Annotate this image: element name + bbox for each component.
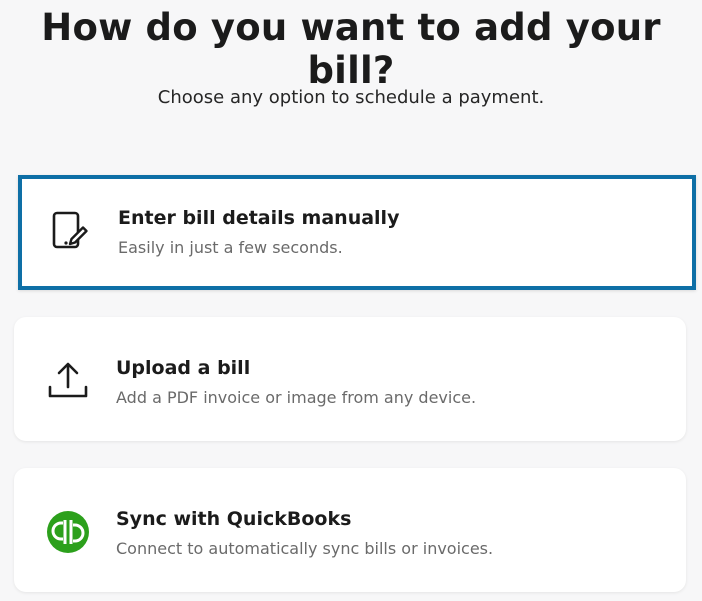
upload-bill-option[interactable]: Upload a bill Add a PDF invoice or image… [14, 317, 686, 441]
quickbooks-logo-icon [44, 508, 92, 556]
add-bill-page: How do you want to add your bill? Choose… [0, 0, 702, 601]
edit-document-icon [46, 206, 94, 254]
enter-manually-text: Enter bill details manually Easily in ju… [118, 207, 399, 257]
option-label: Upload a bill [116, 357, 251, 379]
sync-quickbooks-option[interactable]: Sync with QuickBooks Connect to automati… [14, 468, 686, 592]
page-title: How do you want to add your bill? [41, 6, 661, 92]
sync-quickbooks-text: Sync with QuickBooks Connect to automati… [116, 508, 493, 558]
upload-icon [44, 357, 92, 405]
page-subtitle: Choose any option to schedule a payment. [157, 87, 545, 108]
enter-manually-option[interactable]: Enter bill details manually Easily in ju… [18, 175, 696, 290]
upload-bill-text: Upload a bill Add a PDF invoice or image… [116, 357, 476, 407]
option-description: Add a PDF invoice or image from any devi… [116, 388, 477, 407]
option-description: Connect to automatically sync bills or i… [116, 539, 494, 558]
option-description: Easily in just a few seconds. [118, 238, 343, 257]
option-label: Enter bill details manually [118, 207, 400, 229]
option-label: Sync with QuickBooks [116, 508, 352, 530]
